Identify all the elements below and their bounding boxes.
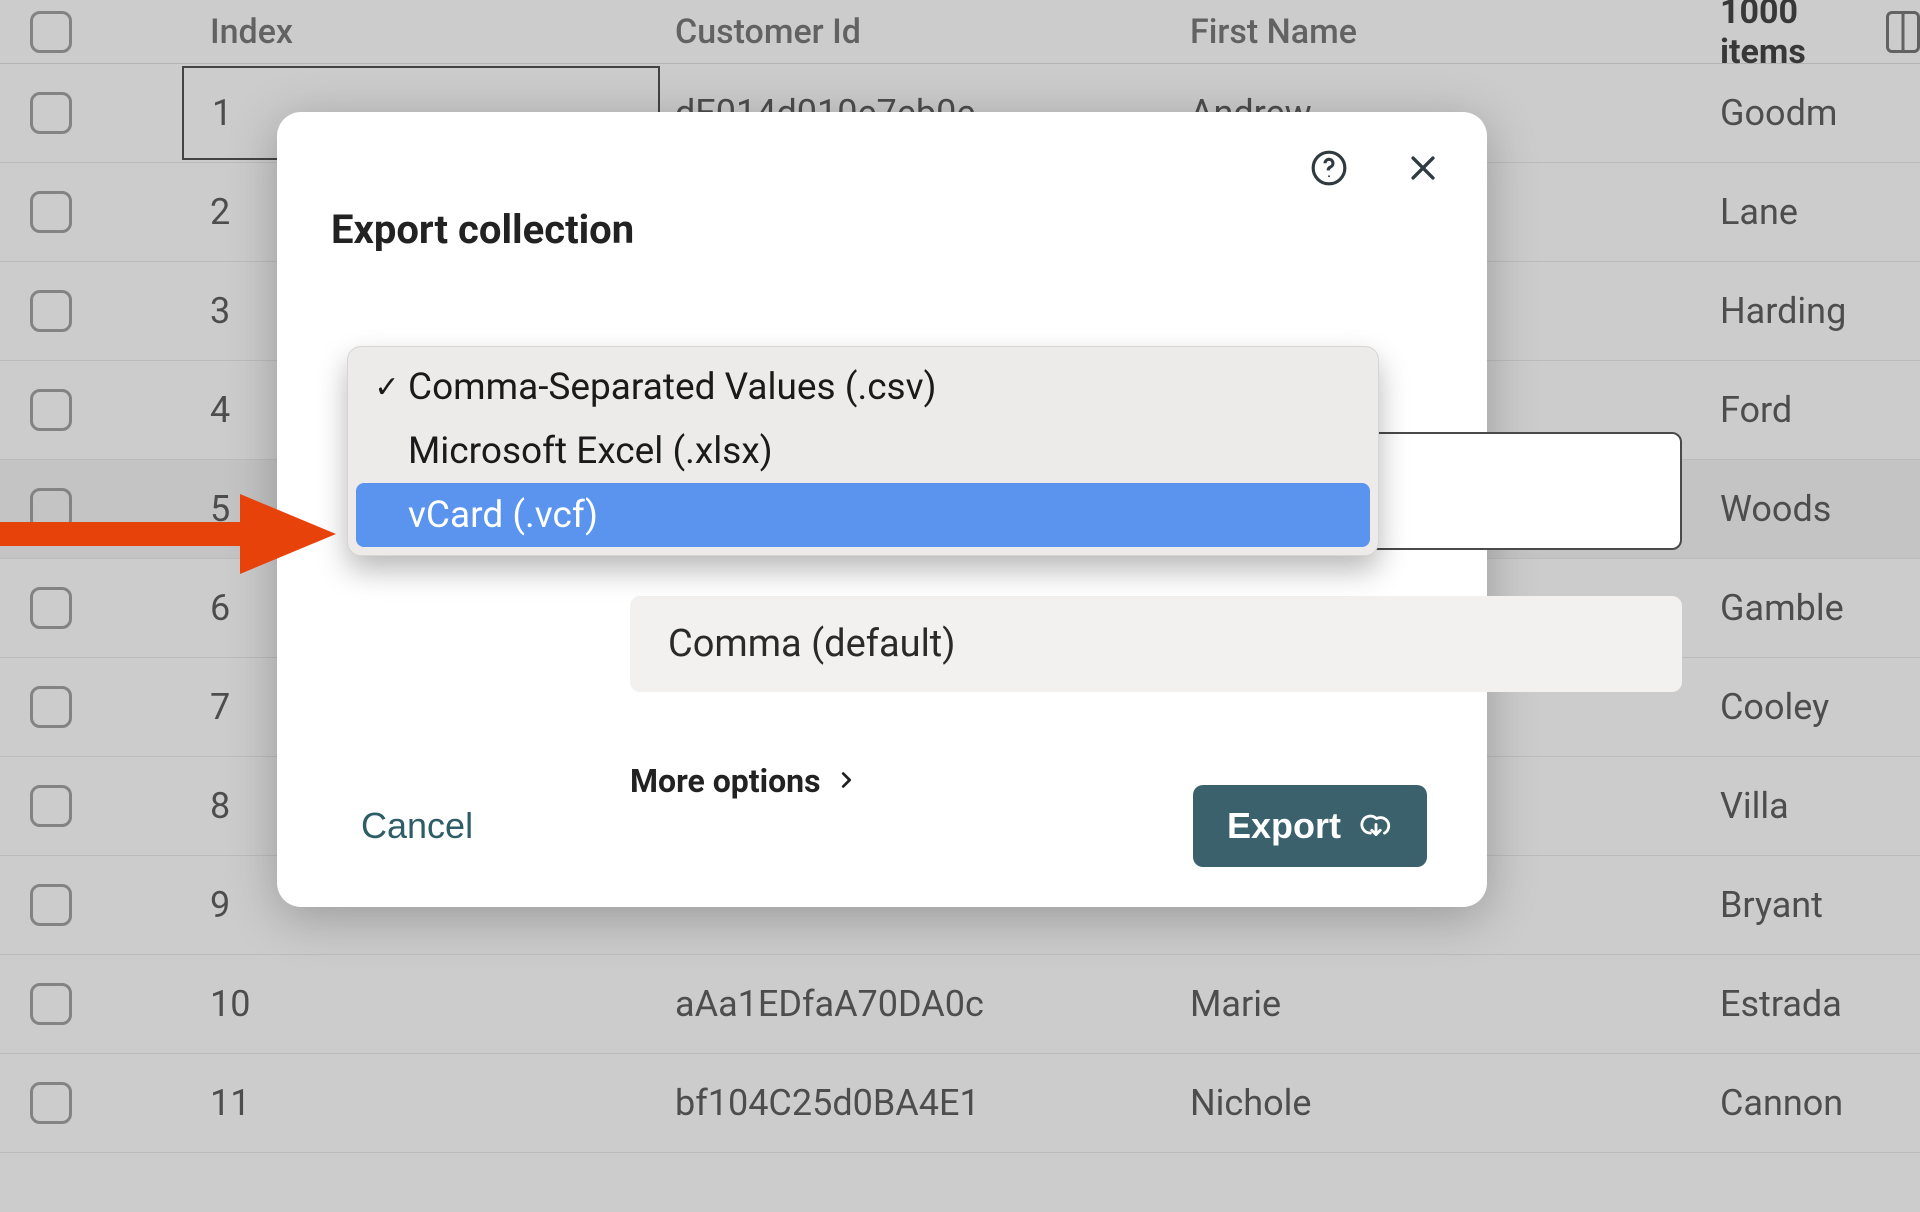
export-format-dropdown[interactable]: ✓Comma-Separated Values (.csv) Microsoft … bbox=[347, 346, 1379, 556]
dropdown-option[interactable]: Microsoft Excel (.xlsx) bbox=[356, 419, 1370, 483]
download-cloud-icon bbox=[1359, 809, 1393, 843]
dropdown-option[interactable]: vCard (.vcf) bbox=[356, 483, 1370, 547]
close-icon[interactable] bbox=[1399, 144, 1447, 192]
checkmark-icon: ✓ bbox=[370, 370, 404, 405]
export-button[interactable]: Export bbox=[1193, 785, 1427, 867]
dropdown-option[interactable]: ✓Comma-Separated Values (.csv) bbox=[356, 355, 1370, 419]
help-icon[interactable] bbox=[1305, 144, 1353, 192]
delimiter-value: Comma (default) bbox=[668, 622, 955, 666]
cancel-button[interactable]: Cancel bbox=[361, 805, 473, 847]
dropdown-option-label: vCard (.vcf) bbox=[408, 494, 598, 537]
export-button-label: Export bbox=[1227, 805, 1341, 847]
dropdown-option-label: Microsoft Excel (.xlsx) bbox=[408, 430, 773, 473]
dropdown-option-label: Comma-Separated Values (.csv) bbox=[408, 366, 936, 409]
modal-title: Export collection bbox=[331, 206, 1433, 253]
delimiter-select[interactable]: Comma (default) bbox=[630, 596, 1682, 692]
